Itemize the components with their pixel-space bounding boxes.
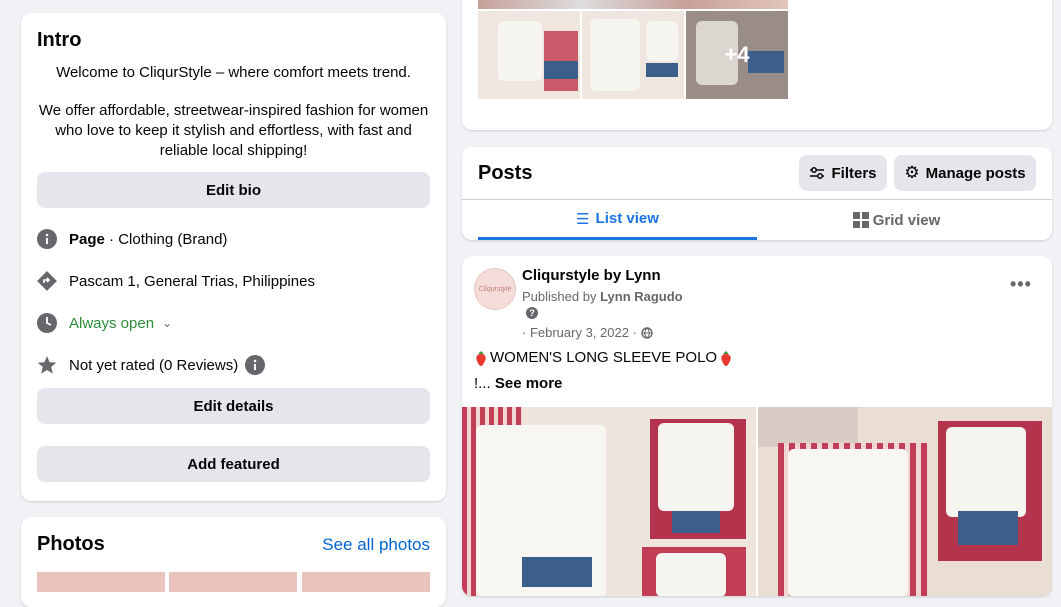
filters-button[interactable]: Filters xyxy=(799,155,887,191)
directions-icon xyxy=(37,271,57,291)
intro-description: We offer affordable, streetwear-inspired… xyxy=(38,102,429,159)
gear-icon: ⚙ xyxy=(904,163,920,182)
add-featured-button[interactable]: Add featured xyxy=(37,446,430,482)
publisher-name[interactable]: Lynn Ragudo xyxy=(600,289,683,304)
post-date-row: · February 3, 2022 · xyxy=(522,325,653,340)
intro-welcome: Welcome to CliqurStyle – where comfort m… xyxy=(56,64,411,81)
post-author[interactable]: Cliqurstyle by Lynn xyxy=(522,267,661,284)
posts-title: Posts xyxy=(478,162,533,184)
tab-list-view[interactable]: ☰ List view xyxy=(478,200,757,240)
photo-grid-item[interactable] xyxy=(478,11,580,99)
address-text: Pascam 1, General Trias, Philippines xyxy=(69,272,315,290)
intro-card: Intro Welcome to CliqurStyle – where com… xyxy=(21,13,446,501)
strawberry-icon xyxy=(719,350,733,366)
chevron-down-icon[interactable]: ⌄ xyxy=(162,316,172,330)
published-prefix: Published by xyxy=(522,289,601,304)
see-more-link[interactable]: See more xyxy=(495,375,563,392)
featured-photos-card: +4 xyxy=(462,0,1052,130)
list-view-label: List view xyxy=(595,210,659,227)
post-text: WOMEN'S LONG SLEEVE POLO xyxy=(474,349,733,366)
photo-strip-top xyxy=(478,0,788,9)
grid-icon xyxy=(852,212,869,228)
photo-grid-item[interactable]: +4 xyxy=(686,11,788,99)
edit-bio-button[interactable]: Edit bio xyxy=(37,172,430,208)
photo-grid-item[interactable] xyxy=(582,11,684,99)
clock-icon xyxy=(37,313,57,333)
globe-icon xyxy=(641,326,653,339)
see-all-photos-link[interactable]: See all photos xyxy=(322,535,430,555)
photos-card: Photos See all photos xyxy=(21,517,446,607)
sliders-icon xyxy=(809,166,825,180)
rating-info-icon[interactable] xyxy=(245,355,266,375)
page-label: Page xyxy=(69,230,105,248)
post-published-by: Published by Lynn Ragudo xyxy=(522,289,683,304)
avatar[interactable]: Cliqurstyle xyxy=(474,268,516,310)
intro-title: Intro xyxy=(37,29,82,51)
star-icon xyxy=(37,355,57,375)
list-icon: ☰ xyxy=(576,210,590,228)
filters-label: Filters xyxy=(831,164,877,182)
post-date[interactable]: · February 3, 2022 · xyxy=(522,325,637,340)
posts-header-card: Posts Filters ⚙ Manage posts ☰ List view… xyxy=(462,147,1052,240)
more-options-icon[interactable]: ••• xyxy=(1010,274,1032,295)
hours-text[interactable]: Always open xyxy=(69,315,154,332)
tab-grid-view[interactable]: Grid view xyxy=(757,200,1036,240)
info-icon xyxy=(37,229,57,249)
rating-text: Not yet rated (0 Reviews) xyxy=(69,356,239,374)
manage-posts-label: Manage posts xyxy=(925,164,1026,182)
photo-thumb[interactable] xyxy=(169,572,297,592)
more-photos-count[interactable]: +4 xyxy=(686,11,788,99)
post-photo[interactable] xyxy=(462,407,756,596)
avatar-logo-text: Cliqurstyle xyxy=(478,285,512,293)
post-headline: WOMEN'S LONG SLEEVE POLO xyxy=(490,349,718,366)
rating-row: Not yet rated (0 Reviews) xyxy=(37,355,266,375)
manage-posts-button[interactable]: ⚙ Manage posts xyxy=(894,155,1036,191)
category-text: · Clothing (Brand) xyxy=(104,230,228,248)
hours-row[interactable]: Always open ⌄ xyxy=(37,313,172,333)
post-text-more: !... See more xyxy=(474,375,562,392)
help-icon[interactable]: ? xyxy=(526,307,538,319)
photo-thumb[interactable] xyxy=(302,572,430,592)
post-card: Cliqurstyle Cliqurstyle by Lynn Publishe… xyxy=(462,256,1052,596)
edit-details-button[interactable]: Edit details xyxy=(37,388,430,424)
photos-title: Photos xyxy=(37,533,105,555)
photo-thumb[interactable] xyxy=(37,572,165,592)
post-text-prefix: !... xyxy=(474,375,491,392)
grid-view-label: Grid view xyxy=(872,211,941,229)
strawberry-icon xyxy=(474,350,488,366)
post-photo[interactable] xyxy=(758,407,1052,596)
address-row: Pascam 1, General Trias, Philippines xyxy=(37,271,315,291)
page-category-row: Page · Clothing (Brand) xyxy=(37,229,227,249)
